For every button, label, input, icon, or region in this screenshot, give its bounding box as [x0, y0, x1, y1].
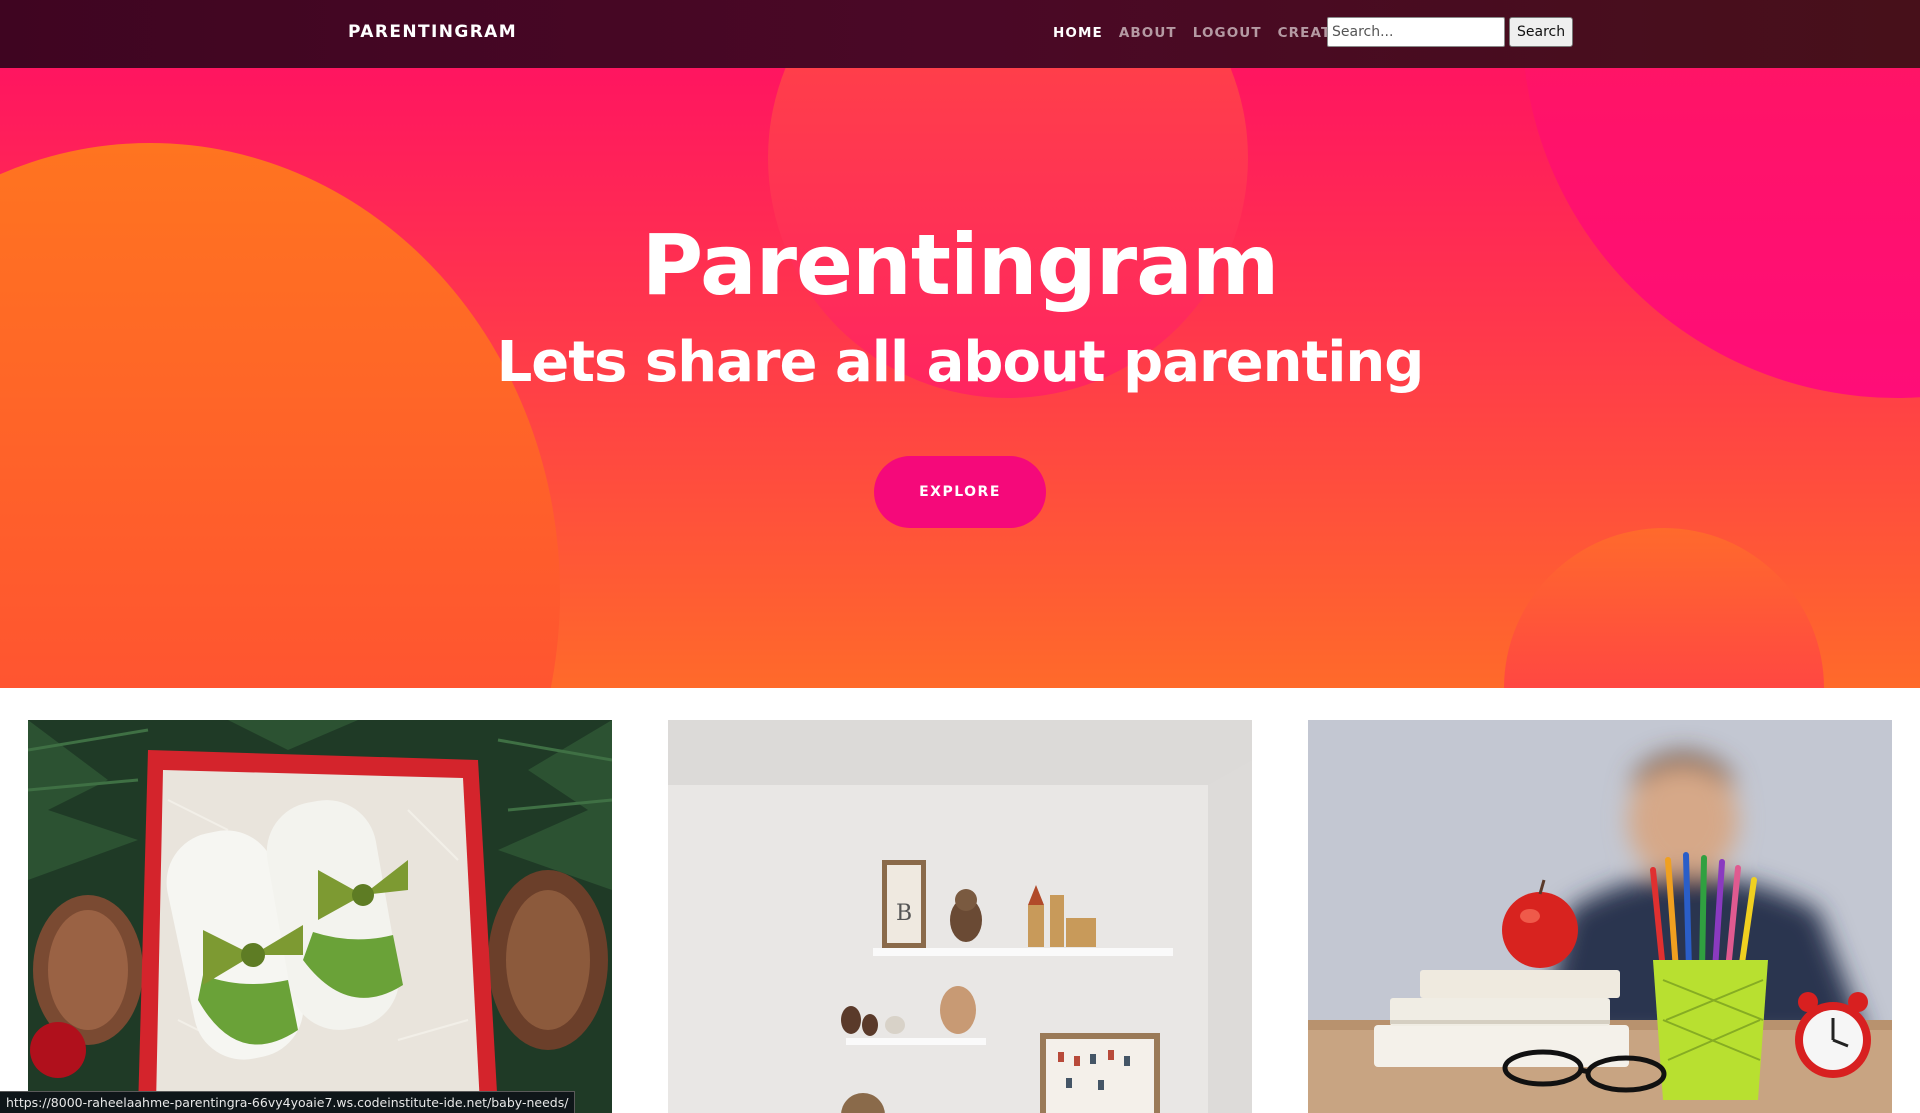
brand-logo[interactable]: PARENTINGRAM — [348, 22, 517, 42]
post-image-nursery-shelves: B — [668, 720, 1252, 1113]
hero-banner: Parentingram Lets share all about parent… — [0, 68, 1920, 688]
search-button[interactable]: Search — [1509, 17, 1574, 47]
browser-status-url: https://8000-raheelaahme-parentingra-66v… — [0, 1091, 576, 1113]
nav-links: HOME ABOUT LOGOUT CREATE — [1053, 25, 1342, 41]
nav-link-about[interactable]: ABOUT — [1119, 25, 1177, 41]
nav-link-home[interactable]: HOME — [1053, 25, 1103, 41]
hero-decoration-bottom — [1504, 528, 1824, 688]
post-card-nursery-shelves[interactable]: B — [668, 720, 1252, 1113]
hero-subtitle: Lets share all about parenting — [496, 330, 1425, 395]
hero-title: Parentingram — [641, 216, 1280, 314]
post-image-baby-socks — [28, 720, 612, 1113]
post-image-school-books — [1308, 720, 1892, 1113]
svg-text:B: B — [896, 901, 912, 926]
nav-link-logout[interactable]: LOGOUT — [1193, 25, 1262, 41]
search-input[interactable] — [1327, 17, 1505, 47]
explore-button[interactable]: EXPLORE — [874, 456, 1046, 528]
navbar: PARENTINGRAM HOME ABOUT LOGOUT CREATE Se… — [0, 0, 1920, 68]
post-card-baby-socks[interactable] — [28, 720, 612, 1113]
post-card-school-books[interactable] — [1308, 720, 1892, 1113]
search-form: Search — [1327, 17, 1574, 47]
